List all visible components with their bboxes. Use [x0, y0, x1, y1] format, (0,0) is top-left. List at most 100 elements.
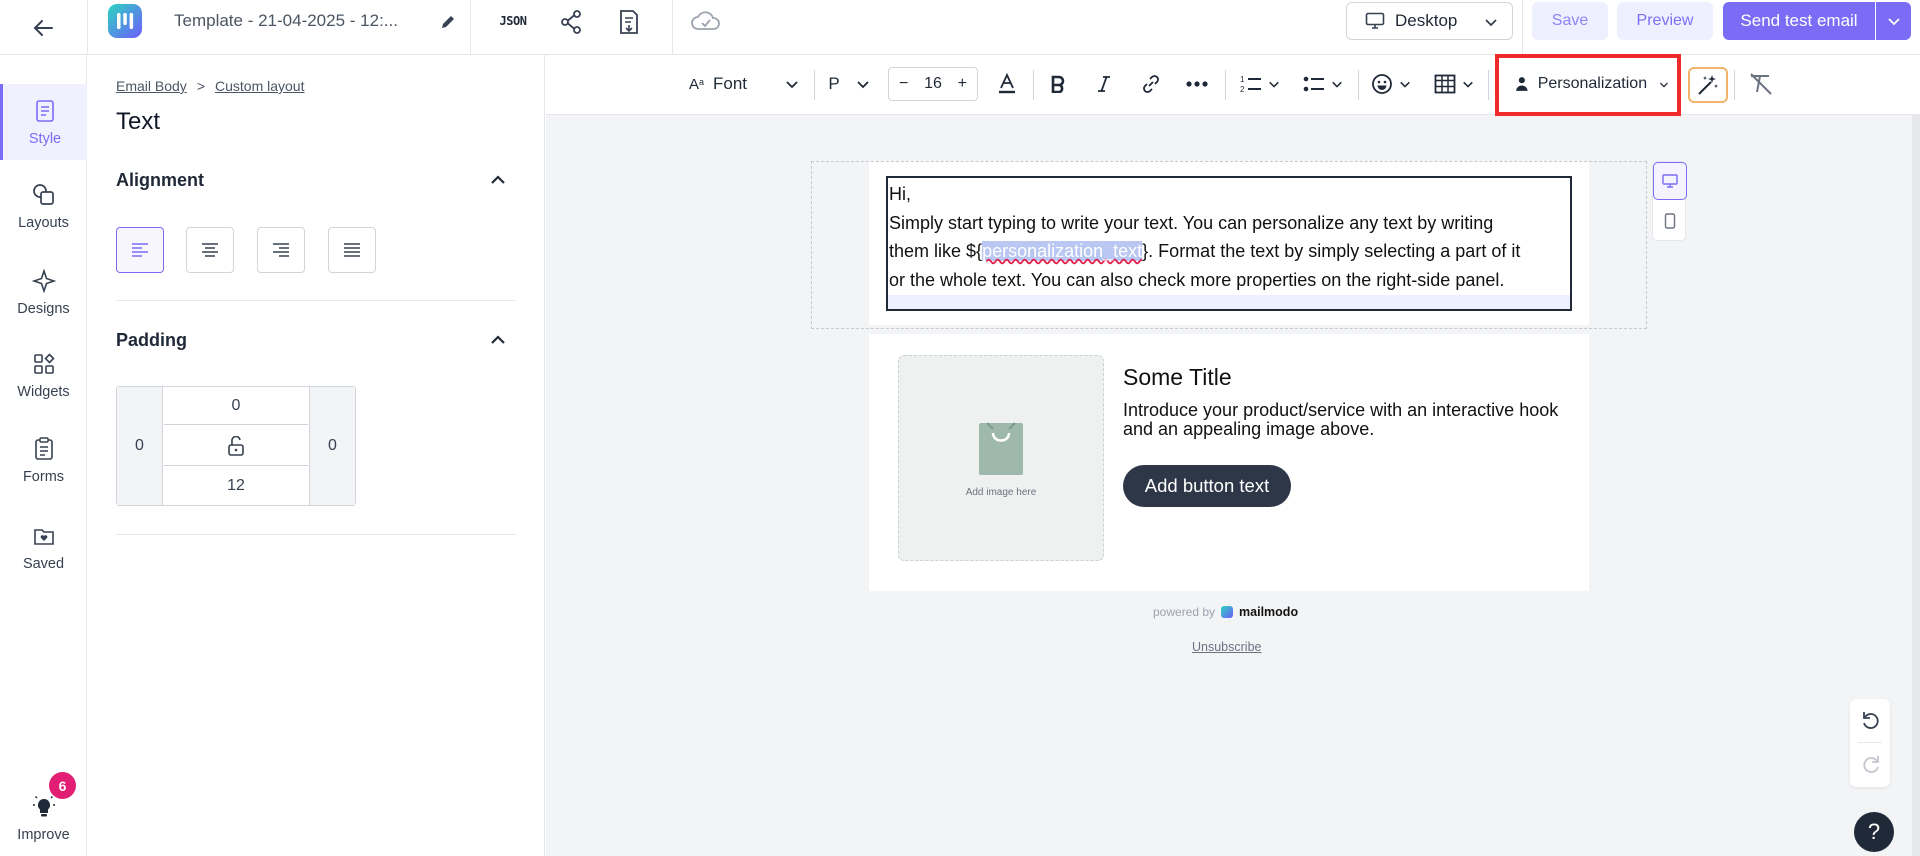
send-options-button[interactable] [1876, 2, 1911, 40]
device-select[interactable]: Desktop [1346, 2, 1513, 40]
redo-icon[interactable] [1860, 753, 1882, 775]
help-button[interactable]: ? [1854, 812, 1894, 852]
nav-item-saved[interactable]: Saved [0, 509, 87, 585]
unsubscribe-link[interactable]: Unsubscribe [1192, 640, 1261, 654]
more-options-button[interactable] [1179, 67, 1215, 101]
bullet-list-icon [1303, 76, 1324, 92]
text-editor[interactable]: Hi, Simply start typing to write your te… [886, 176, 1572, 311]
svg-text:1: 1 [1240, 75, 1245, 84]
chevron-down-icon [1332, 81, 1342, 88]
save-button[interactable]: Save [1532, 2, 1608, 40]
brand-name: mailmodo [1239, 605, 1299, 619]
nav-label: Style [28, 131, 62, 147]
link-button[interactable] [1133, 67, 1169, 101]
nav-item-designs[interactable]: Designs [0, 254, 87, 330]
mailmodo-logo [1221, 606, 1234, 618]
align-center-button[interactable] [186, 227, 234, 273]
svg-text:A: A [689, 76, 699, 93]
padding-left-input[interactable]: 0 [117, 387, 163, 505]
send-test-email-button[interactable]: Send test email [1723, 2, 1875, 40]
font-select[interactable]: Aa Font [688, 67, 800, 101]
chevron-up-icon[interactable] [487, 169, 509, 191]
left-nav: Style Layouts Designs Widgets Forms Save… [0, 55, 87, 856]
chevron-up-icon[interactable] [487, 329, 509, 351]
nav-item-style[interactable]: Style [0, 84, 87, 160]
preview-button[interactable]: Preview [1617, 2, 1713, 40]
mobile-view-button[interactable] [1653, 202, 1687, 240]
padding-right-input[interactable]: 0 [309, 387, 355, 505]
nav-item-forms[interactable]: Forms [0, 422, 87, 498]
chevron-down-icon [1485, 19, 1497, 27]
chevron-down-icon [1269, 81, 1279, 88]
svg-text:2: 2 [1240, 85, 1245, 94]
text-color-icon [999, 73, 1015, 94]
editor-canvas: Aa Font P − 16 + 12 Personalization Hi, … [546, 54, 1920, 856]
nav-item-widgets[interactable]: Widgets [0, 337, 87, 413]
nav-item-layouts[interactable]: Layouts [0, 168, 87, 244]
style-icon [31, 97, 59, 125]
share-button[interactable] [556, 9, 586, 35]
top-bar: Template - 21-04-2025 - 12:... JSON Desk… [0, 0, 1920, 55]
align-center-icon [202, 243, 218, 257]
padding-grid: 0 0 12 0 [116, 386, 356, 506]
nav-label: Forms [22, 469, 65, 485]
nav-label: Layouts [18, 215, 69, 231]
cloud-sync-icon [688, 8, 724, 34]
divider [814, 70, 815, 100]
breadcrumb-email-body[interactable]: Email Body [116, 78, 187, 94]
card-description[interactable]: Introduce your product/service with an i… [1123, 401, 1563, 439]
padding-top-input[interactable]: 0 [164, 387, 308, 425]
magic-wand-icon [1698, 75, 1718, 95]
clear-formatting-icon[interactable] [1746, 69, 1776, 99]
undo-icon[interactable] [1860, 709, 1882, 731]
document-export-button[interactable] [614, 8, 644, 36]
widgets-icon [30, 350, 58, 378]
personalization-token[interactable]: personalization_text [982, 241, 1143, 261]
text-line: Simply start typing to write your text. … [889, 212, 1494, 233]
text-color-button[interactable] [989, 67, 1025, 101]
numbered-list-button[interactable]: 12 [1234, 67, 1286, 101]
highlight-box [1495, 54, 1681, 116]
back-button[interactable] [24, 9, 62, 47]
divider [1225, 70, 1226, 100]
product-card: Add image here Some Title Introduce your… [869, 334, 1589, 591]
font-label: Font [712, 74, 748, 93]
bold-button[interactable] [1040, 67, 1076, 101]
view-toggle [1652, 161, 1687, 241]
italic-icon [1098, 76, 1110, 92]
chevron-down-icon [1400, 81, 1410, 88]
svg-text:a: a [699, 77, 704, 87]
align-justify-button[interactable] [328, 227, 376, 273]
align-left-button[interactable] [116, 227, 164, 273]
padding-lock-button[interactable] [164, 426, 308, 466]
share-icon [561, 10, 581, 34]
template-name[interactable]: Template - 21-04-2025 - 12:... [174, 11, 398, 31]
bullet-list-button[interactable] [1297, 67, 1349, 101]
paragraph-select[interactable]: P [824, 67, 874, 101]
emoji-button[interactable] [1366, 67, 1416, 101]
increase-size-button[interactable]: + [958, 75, 967, 93]
divider [1734, 70, 1735, 100]
link-icon [1143, 75, 1159, 93]
nav-label: Widgets [17, 384, 70, 400]
image-placeholder[interactable]: Add image here [898, 355, 1104, 561]
align-right-button[interactable] [257, 227, 305, 273]
powered-by: powered by mailmodo [1153, 605, 1298, 619]
divider [470, 0, 471, 55]
table-button[interactable] [1428, 67, 1480, 101]
desktop-view-button[interactable] [1653, 162, 1687, 200]
json-button[interactable]: JSON [496, 9, 530, 33]
monitor-icon [1365, 12, 1385, 29]
font-size-value[interactable]: 16 [924, 75, 942, 93]
card-title[interactable]: Some Title [1123, 364, 1232, 391]
scrollbar[interactable] [1912, 115, 1920, 856]
italic-button[interactable] [1086, 67, 1122, 101]
padding-bottom-input[interactable]: 12 [164, 467, 308, 505]
ai-magic-button[interactable] [1688, 67, 1728, 103]
card-cta-button[interactable]: Add button text [1123, 465, 1291, 507]
device-label: Desktop [1395, 11, 1458, 30]
format-toolbar: Aa Font P − 16 + 12 Personalization [546, 54, 1920, 116]
breadcrumb-custom-layout[interactable]: Custom layout [215, 78, 304, 94]
edit-name-button[interactable] [436, 10, 460, 34]
decrease-size-button[interactable]: − [899, 75, 908, 93]
